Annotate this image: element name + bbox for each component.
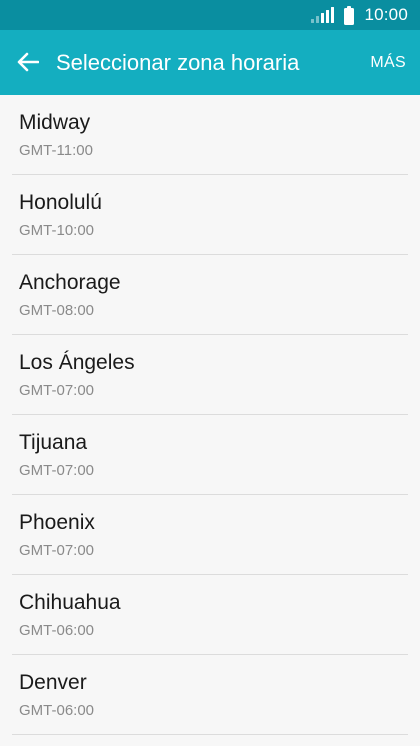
page-title: Seleccionar zona horaria <box>56 50 300 75</box>
timezone-name: Honolulú <box>19 191 102 214</box>
timezone-name: Anchorage <box>19 271 121 294</box>
timezone-item[interactable]: Anchorage GMT-08:00 <box>12 255 408 335</box>
status-icons: 10:00 <box>311 0 408 30</box>
arrow-left-icon <box>17 52 39 72</box>
timezone-offset: GMT-08:00 <box>19 302 95 319</box>
timezone-item[interactable]: Chihuahua GMT-06:00 <box>12 575 408 655</box>
timezone-offset: GMT-10:00 <box>19 222 95 239</box>
timezone-name: Los Ángeles <box>19 351 135 374</box>
signal-icon <box>311 7 335 23</box>
timezone-name: Denver <box>19 671 87 694</box>
timezone-item[interactable]: Midway GMT-11:00 <box>12 95 408 175</box>
timezone-name: Phoenix <box>19 511 95 534</box>
timezone-name: Tijuana <box>19 431 88 454</box>
timezone-item[interactable]: Tijuana GMT-07:00 <box>12 415 408 495</box>
timezone-item[interactable]: Los Ángeles GMT-07:00 <box>12 335 408 415</box>
timezone-offset: GMT-07:00 <box>19 382 95 399</box>
timezone-offset: GMT-06:00 <box>19 622 95 639</box>
timezone-item[interactable]: Phoenix GMT-07:00 <box>12 495 408 575</box>
timezone-offset: GMT-07:00 <box>19 542 95 559</box>
timezone-item[interactable]: Denver GMT-06:00 <box>12 655 408 735</box>
timezone-offset: GMT-06:00 <box>19 702 95 719</box>
timezone-name: Midway <box>19 111 91 134</box>
timezone-offset: GMT-07:00 <box>19 462 95 479</box>
timezone-name: Chihuahua <box>19 591 121 614</box>
more-button[interactable]: MÁS <box>370 30 406 95</box>
timezone-list: Midway GMT-11:00 Honolulú GMT-10:00 Anch… <box>0 95 420 735</box>
back-button[interactable] <box>8 42 48 82</box>
status-clock: 10:00 <box>364 5 408 24</box>
timezone-item[interactable]: Honolulú GMT-10:00 <box>12 175 408 255</box>
timezone-offset: GMT-11:00 <box>19 142 93 159</box>
battery-icon <box>344 5 355 25</box>
app-bar: Seleccionar zona horaria MÁS <box>0 30 420 95</box>
status-bar: 10:00 <box>0 0 420 30</box>
